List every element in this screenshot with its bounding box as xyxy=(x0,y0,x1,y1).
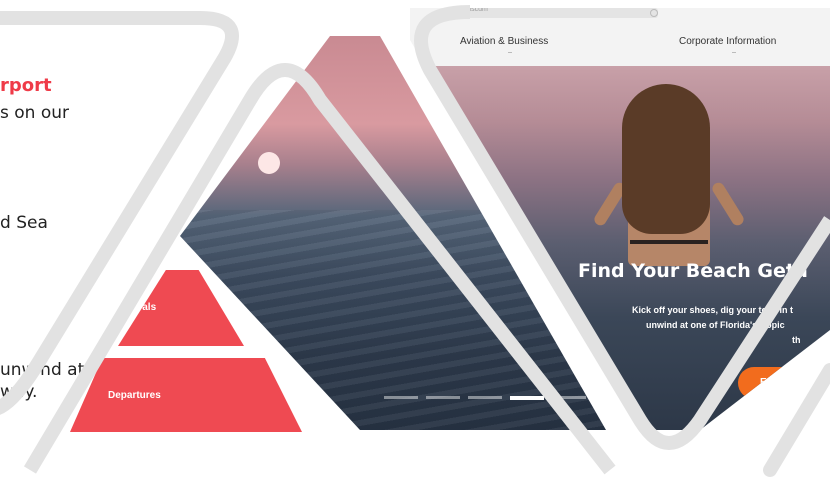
carousel-dot[interactable] xyxy=(384,396,418,399)
hero-subtitle-line-3: th xyxy=(792,335,801,345)
departures-icon xyxy=(44,378,74,408)
departures-label: Departures xyxy=(108,390,161,401)
hero-subtitle-line-2: unwind at one of Florida's tropic xyxy=(646,320,785,330)
text-line-3: unwind at xyxy=(0,360,85,380)
carousel-dot[interactable] xyxy=(468,396,502,399)
search-icon[interactable] xyxy=(650,9,658,17)
text-line-4: way. xyxy=(0,382,38,402)
departures-tab[interactable]: Departures xyxy=(70,358,302,432)
hero-subtitle-line-1: Kick off your shoes, dig your toes in t xyxy=(632,305,794,315)
text-line-2: d Sea xyxy=(0,213,48,233)
text-line-1: s on our xyxy=(0,103,70,123)
chevron-down-icon xyxy=(732,52,736,53)
hero-title: Find Your Beach Geta xyxy=(578,260,808,282)
carousel-dot[interactable] xyxy=(510,396,544,400)
nav-corporate-information[interactable]: Corporate Information xyxy=(679,36,776,47)
carousel-dot[interactable] xyxy=(552,396,586,399)
nav-aviation-business[interactable]: Aviation & Business xyxy=(460,36,548,47)
explore-button-label: Ex xyxy=(760,377,773,388)
search-text: a Opuscum xyxy=(452,6,488,13)
sun xyxy=(258,152,280,174)
stage: rport s on our d Sea unwind at way. riva… xyxy=(0,0,830,486)
swimsuit-strap xyxy=(630,240,708,244)
woman-hair xyxy=(622,84,710,234)
carousel-dots xyxy=(384,396,628,400)
airport-heading-fragment: rport xyxy=(0,75,52,96)
chevron-down-icon xyxy=(508,52,512,53)
explore-button[interactable]: Ex xyxy=(738,367,828,399)
carousel-dot[interactable] xyxy=(426,396,460,399)
